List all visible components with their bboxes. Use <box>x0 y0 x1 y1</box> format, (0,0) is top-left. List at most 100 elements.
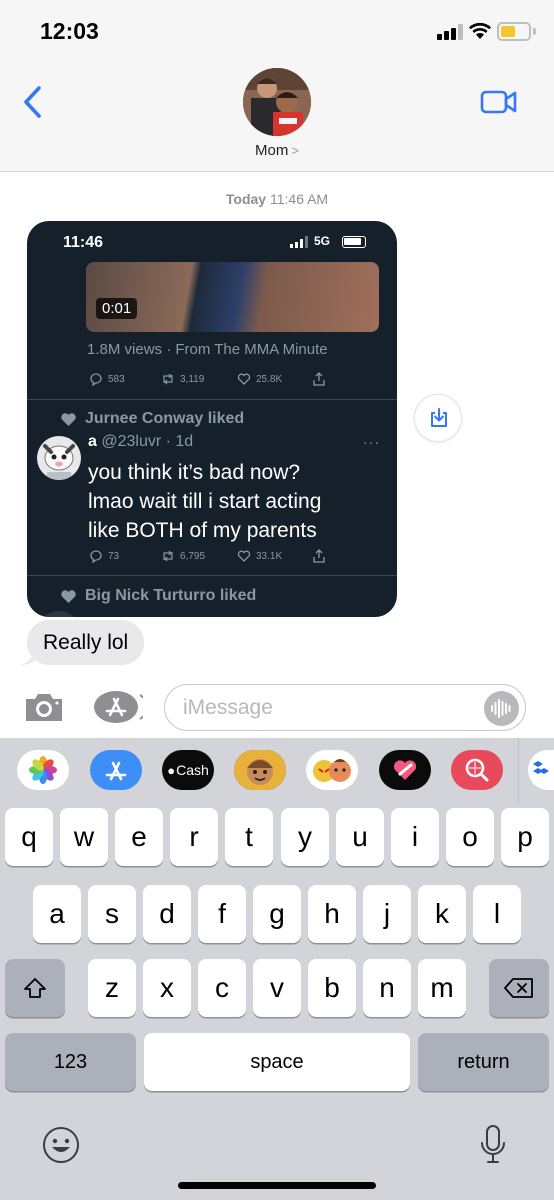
retweet-metric: 3,119 <box>161 370 204 388</box>
battery-cap <box>533 28 536 35</box>
facetime-video-icon[interactable] <box>480 88 518 116</box>
key-w[interactable]: w <box>60 808 108 866</box>
shift-key[interactable] <box>5 959 65 1017</box>
heart-outline-icon <box>237 550 251 562</box>
tweet-header: a @23luvr · 1d <box>88 433 193 451</box>
key-o[interactable]: o <box>446 808 494 866</box>
key-f[interactable]: f <box>198 885 246 943</box>
photos-icon[interactable] <box>17 750 69 790</box>
key-u[interactable]: u <box>336 808 384 866</box>
app-store-icon[interactable] <box>90 750 142 790</box>
reply-icon <box>90 373 102 386</box>
memoji-icon[interactable] <box>234 750 286 790</box>
tweet-text: you think it’s bad now? lmao wait till i… <box>88 458 378 545</box>
key-i[interactable]: i <box>391 808 439 866</box>
key-d[interactable]: d <box>143 885 191 943</box>
key-y[interactable]: y <box>281 808 329 866</box>
key-x[interactable]: x <box>143 959 191 1017</box>
reply-metric: 583 <box>89 370 125 388</box>
key-a[interactable]: a <box>33 885 81 943</box>
tweet-divider <box>27 575 397 576</box>
share-icon <box>313 372 325 386</box>
video-thumbnail: 0:01 <box>86 262 379 332</box>
tweet2-action-bar: 73 6,795 33.1K <box>27 547 397 565</box>
liked-by-1-label: Jurnee Conway liked <box>85 410 245 427</box>
tweet-more-icon: ··· <box>363 434 380 450</box>
retweet-metric: 6,795 <box>161 547 205 565</box>
battery-icon <box>497 22 531 41</box>
cash-label: Cash <box>176 762 209 778</box>
key-t[interactable]: t <box>225 808 273 866</box>
delete-key[interactable] <box>489 959 549 1017</box>
tweet-handle-time: @23luvr · 1d <box>101 433 194 450</box>
shot-status-time: 11:46 <box>63 234 104 251</box>
shot-battery-icon <box>342 236 366 248</box>
tweet-author-avatar <box>37 436 81 480</box>
tweet-text-line: you think it’s bad now? <box>88 461 301 484</box>
tweet-divider <box>27 399 397 400</box>
key-g[interactable]: g <box>253 885 301 943</box>
next-tweet-avatar <box>37 611 81 617</box>
like-metric: 25.8K <box>237 370 282 388</box>
key-s[interactable]: s <box>88 885 136 943</box>
received-message-bubble[interactable]: Really lol <box>27 620 145 665</box>
heart-filled-icon <box>61 412 76 426</box>
cash-app-icon[interactable]: ● Cash <box>162 750 214 790</box>
key-h[interactable]: h <box>308 885 356 943</box>
audio-message-icon[interactable] <box>484 691 519 726</box>
contact-name[interactable]: Mom > <box>0 142 554 159</box>
save-attachment-button[interactable] <box>414 394 462 442</box>
images-search-icon[interactable] <box>451 750 503 790</box>
key-v[interactable]: v <box>253 959 301 1017</box>
message-timestamp: Today 11:46 AM <box>0 191 554 207</box>
numbers-key[interactable]: 123 <box>5 1033 136 1091</box>
conversation-header: Mom > <box>0 62 554 172</box>
key-c[interactable]: c <box>198 959 246 1017</box>
key-q[interactable]: q <box>5 808 53 866</box>
key-l[interactable]: l <box>473 885 521 943</box>
key-r[interactable]: r <box>170 808 218 866</box>
home-indicator <box>178 1182 376 1189</box>
contact-name-label: Mom <box>255 142 289 159</box>
tweet-text-line: lmao wait till i start acting <box>88 490 322 513</box>
camera-icon[interactable] <box>23 690 65 724</box>
shot-signal-icon <box>290 236 310 248</box>
contact-avatar[interactable] <box>243 68 311 136</box>
memoji-stickers-icon[interactable] <box>306 750 358 790</box>
shift-icon <box>24 978 46 998</box>
liked-by-1: Jurnee Conway liked <box>60 410 244 428</box>
digital-touch-icon[interactable] <box>379 750 431 790</box>
retweet-count: 6,795 <box>180 550 206 562</box>
emoji-icon[interactable] <box>42 1126 80 1164</box>
key-p[interactable]: p <box>501 808 549 866</box>
tweet1-action-bar: 583 3,119 25.8K <box>27 370 397 388</box>
heart-outline-icon <box>237 373 251 385</box>
imessage-input[interactable]: iMessage <box>164 684 526 731</box>
shot-network-label: 5G <box>314 234 331 248</box>
video-duration: 0:01 <box>96 298 138 319</box>
app-store-icon[interactable] <box>93 690 143 724</box>
back-chevron-icon[interactable] <box>18 84 48 120</box>
retweet-icon <box>163 550 173 562</box>
key-k[interactable]: k <box>418 885 466 943</box>
like-count: 25.8K <box>256 373 283 385</box>
dropbox-icon[interactable] <box>528 750 554 790</box>
space-key[interactable]: space <box>144 1033 410 1091</box>
return-key[interactable]: return <box>418 1033 549 1091</box>
key-b[interactable]: b <box>308 959 356 1017</box>
key-j[interactable]: j <box>363 885 411 943</box>
reply-count: 583 <box>108 373 125 385</box>
status-bar: 12:03 <box>0 0 554 62</box>
tweet-display-name: a <box>88 433 97 450</box>
contact-chevron: > <box>291 143 299 158</box>
key-z[interactable]: z <box>88 959 136 1017</box>
key-m[interactable]: m <box>418 959 466 1017</box>
reply-metric: 73 <box>89 547 119 565</box>
microphone-icon[interactable] <box>478 1124 508 1166</box>
liked-by-2: Big Nick Turturro liked <box>60 587 256 605</box>
screenshot-attachment[interactable]: 11:46 5G 0:01 1.8M views · From The MMA … <box>27 221 397 617</box>
key-e[interactable]: e <box>115 808 163 866</box>
apple-logo-icon: ● <box>167 762 176 778</box>
heart-filled-icon <box>61 589 76 603</box>
key-n[interactable]: n <box>363 959 411 1017</box>
